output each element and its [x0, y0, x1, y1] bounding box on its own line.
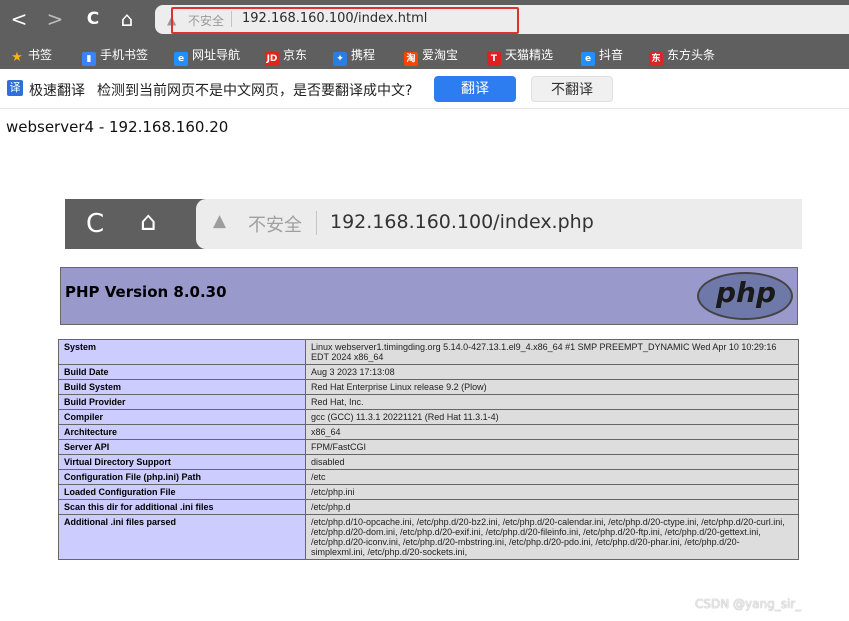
reload-icon: C [86, 9, 100, 29]
embedded-insecure-label: 不安全 [248, 215, 302, 236]
bookmark-item[interactable]: 淘爱淘宝 [404, 47, 459, 66]
tmall-icon: T [487, 52, 501, 66]
row-value: Red Hat, Inc. [305, 394, 799, 410]
edge-icon: e [174, 52, 188, 66]
forward-icon: > [46, 7, 64, 31]
bookmark-label: 书签 [28, 48, 53, 62]
bookmark-item[interactable]: ▮ 手机书签 [82, 47, 149, 66]
bookmark-label: 东方头条 [667, 48, 716, 62]
back-button[interactable]: < [6, 6, 32, 32]
bookmark-item[interactable]: 东东方头条 [649, 47, 716, 66]
row-key: Virtual Directory Support [58, 454, 306, 470]
taobao-icon: 淘 [404, 52, 418, 66]
row-value: /etc/php.d [305, 499, 799, 515]
bookmark-item[interactable]: T 天猫精选 [487, 47, 554, 66]
row-value: disabled [305, 454, 799, 470]
row-value: FPM/FastCGI [305, 439, 799, 455]
row-value: Red Hat Enterprise Linux release 9.2 (Pl… [305, 379, 799, 395]
back-icon: < [10, 7, 28, 31]
table-row: Additional .ini files parsed/etc/php.d/1… [58, 514, 799, 560]
bookmark-label: 抖音 [599, 48, 624, 62]
bookmark-label: 携程 [351, 48, 376, 62]
row-key: Server API [58, 439, 306, 455]
phone-icon: ▮ [82, 52, 96, 66]
table-row: Configuration File (php.ini) Path/etc [58, 469, 799, 485]
reload-button[interactable]: C [80, 6, 106, 32]
bookmark-item[interactable]: ✦ 携程 [333, 47, 376, 66]
row-key: Loaded Configuration File [58, 484, 306, 500]
table-row: Virtual Directory Support disabled [58, 454, 799, 470]
page-text: webserver4 - 192.168.160.20 [6, 118, 229, 136]
table-row: Scan this dir for additional .ini files /… [58, 499, 799, 515]
table-row: Build Provider Red Hat, Inc. [58, 394, 799, 410]
embedded-address-url: 192.168.160.100/index.php [330, 211, 594, 233]
table-row: Loaded Configuration File/etc/php.ini [58, 484, 799, 500]
douyin-icon: e [581, 52, 595, 66]
row-key: System [58, 339, 306, 365]
bookmark-label: 手机书签 [100, 48, 149, 62]
table-row: Architecture x86_64 [58, 424, 799, 440]
bookmark-item[interactable]: JD 京东 [265, 47, 308, 66]
home-button[interactable]: ⌂ [114, 6, 140, 32]
bookmark-item[interactable]: e 网址导航 [174, 47, 241, 66]
phpinfo-table: System Linux webserver1.timingding.org 5.… [58, 339, 799, 560]
table-row: System Linux webserver1.timingding.org 5.… [58, 339, 799, 365]
embedded-home-icon: ⌂ [140, 207, 157, 237]
annotation-highlight-box [171, 7, 519, 34]
star-icon: ★ [11, 50, 23, 65]
php-version-title: PHP Version 8.0.30 [65, 283, 227, 301]
row-key: Build Provider [58, 394, 306, 410]
translate-message: 检测到当前网页不是中文网页，是否要翻译成中文? [97, 83, 413, 99]
jd-icon: JD [265, 52, 279, 66]
bookmark-item[interactable]: ★ 书签 [10, 47, 53, 65]
row-key: Configuration File (php.ini) Path [58, 469, 306, 485]
embedded-address-separator [316, 211, 317, 235]
translate-extension-name: 极速翻译 [29, 83, 85, 99]
table-row: Build Date Aug 3 2023 17:13:08 [58, 364, 799, 380]
row-key: Architecture [58, 424, 306, 440]
eastday-icon: 东 [649, 52, 663, 66]
row-key: Scan this dir for additional .ini files [58, 499, 306, 515]
row-value: x86_64 [305, 424, 799, 440]
embedded-warning-icon: ▲ [213, 211, 227, 231]
translate-button[interactable]: 翻译 [434, 76, 516, 102]
row-value: Aug 3 2023 17:13:08 [305, 364, 799, 380]
php-logo-text: php [715, 276, 777, 309]
row-value: /etc/php.d/10-opcache.ini, /etc/php.d/20… [305, 514, 799, 560]
home-icon: ⌂ [120, 7, 134, 31]
bookmark-item[interactable]: e 抖音 [581, 47, 624, 66]
row-value: Linux webserver1.timingding.org 5.14.0-4… [305, 339, 799, 365]
table-row: Build System Red Hat Enterprise Linux rel… [58, 379, 799, 395]
watermark: CSDN @yang_sir_ [695, 597, 802, 611]
bookmark-label: 京东 [283, 48, 308, 62]
embedded-reload-icon: C [86, 209, 105, 239]
row-key: Build System [58, 379, 306, 395]
row-value: /etc/php.ini [305, 484, 799, 500]
row-value: gcc (GCC) 11.3.1 20221121 (Red Hat 11.3.… [305, 409, 799, 425]
bookmark-label: 爱淘宝 [422, 48, 459, 62]
row-value: /etc [305, 469, 799, 485]
bookmark-label: 网址导航 [192, 48, 241, 62]
table-row: Server API FPM/FastCGI [58, 439, 799, 455]
no-translate-button[interactable]: 不翻译 [531, 76, 613, 102]
forward-button[interactable]: > [42, 6, 68, 32]
ctrip-icon: ✦ [333, 52, 347, 66]
table-row: Compiler gcc (GCC) 11.3.1 20221121 (Red H… [58, 409, 799, 425]
row-key: Build Date [58, 364, 306, 380]
bookmark-label: 天猫精选 [505, 48, 554, 62]
translate-icon: 译 [7, 80, 23, 96]
row-key: Compiler [58, 409, 306, 425]
row-key: Additional .ini files parsed [58, 514, 306, 560]
